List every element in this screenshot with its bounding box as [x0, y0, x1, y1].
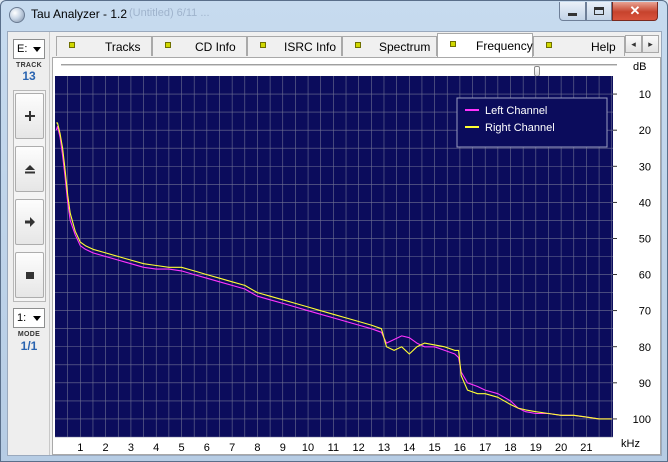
tab-tracks[interactable]: Tracks — [56, 36, 152, 56]
x-tick-label: 15 — [428, 442, 440, 454]
tab-label: Frequency — [476, 39, 533, 53]
x-tick-label: 20 — [555, 442, 567, 454]
tab-label: ISRC Info — [284, 40, 337, 54]
x-tick-label: 7 — [229, 442, 235, 454]
x-tick-label: 3 — [128, 442, 134, 454]
y-tick-label: 60 — [639, 270, 651, 282]
chevron-down-icon — [33, 316, 41, 321]
mode-label: MODE — [17, 331, 41, 338]
close-button[interactable]: ✕ — [612, 2, 658, 21]
y-tick-label: 50 — [639, 233, 651, 245]
tab-indicator-icon — [546, 42, 552, 48]
x-tick-label: 10 — [302, 442, 314, 454]
x-tick-label: 6 — [204, 442, 210, 454]
transport-button-group — [13, 90, 46, 302]
x-tick-label: 4 — [153, 442, 159, 454]
tab-help[interactable]: Help — [533, 36, 625, 56]
y-tick-label: 90 — [639, 378, 651, 390]
x-tick-label: 16 — [454, 442, 466, 454]
x-tick-label: 9 — [280, 442, 286, 454]
y-tick-label: 100 — [633, 414, 651, 426]
close-icon: ✕ — [629, 3, 641, 18]
y-tick-label: 70 — [639, 306, 651, 318]
x-tick-label: 14 — [403, 442, 415, 454]
tab-label: Tracks — [105, 40, 141, 54]
mode-value: 1/1 — [20, 339, 38, 353]
app-window: Tau Analyzer - 1.2 (Untitled) 6/11 ... ✕… — [0, 0, 668, 462]
y-tick-label: 30 — [639, 161, 651, 173]
channel-select[interactable]: 1: — [13, 308, 45, 328]
channel-select-value: 1: — [17, 312, 27, 324]
y-tick-label: 80 — [639, 342, 651, 354]
tab-scroll-right-button[interactable]: ▸ — [642, 35, 659, 53]
maximize-button[interactable] — [586, 2, 612, 21]
tab-label: Spectrum — [379, 40, 431, 54]
eject-button[interactable] — [15, 146, 44, 192]
arrow-right-icon — [24, 217, 35, 227]
x-tick-label: 19 — [530, 442, 542, 454]
client-area: E: TRACK 13 1: MODE 1/1 Tracks CD Info I… — [7, 31, 662, 456]
tab-indicator-icon — [165, 42, 171, 48]
tab-isrc-info[interactable]: ISRC Info — [247, 36, 342, 56]
eject-icon — [24, 165, 35, 174]
y-tick-label: 10 — [639, 89, 651, 101]
x-tick-label: 8 — [254, 442, 260, 454]
plus-icon — [24, 111, 35, 121]
x-tick-label: 17 — [479, 442, 491, 454]
x-tick-label: 13 — [378, 442, 390, 454]
maximize-icon — [594, 7, 604, 15]
track-label: TRACK — [16, 62, 42, 69]
tab-indicator-icon — [69, 42, 75, 48]
frequency-chart: 1 2 3 4 5 6 7 8 9 10 11 12 13 14 15 16 17 18 19 20 211020304… — [55, 76, 651, 454]
legend-label: Left Channel — [485, 105, 547, 117]
tab-scroll-left-button[interactable]: ◂ — [625, 35, 642, 53]
chevron-right-icon: ▸ — [648, 38, 653, 49]
left-toolbar: E: TRACK 13 1: MODE 1/1 — [8, 32, 50, 455]
legend-label: Right Channel — [485, 122, 555, 134]
track-number: 13 — [22, 69, 36, 83]
frequency-panel: dB kHz 1 2 3 4 5 6 7 8 9 10 11 12 13 14 15 16 17 18 19 20 21… — [52, 57, 661, 455]
x-tick-label: 5 — [178, 442, 184, 454]
tab-label: Help — [591, 40, 616, 54]
app-icon — [9, 7, 25, 23]
x-tick-label: 12 — [353, 442, 365, 454]
stop-button[interactable] — [15, 252, 44, 298]
tab-indicator-icon — [450, 41, 456, 47]
x-tick-label: 1 — [77, 442, 83, 454]
minimize-icon — [568, 12, 577, 16]
tab-indicator-icon — [260, 42, 266, 48]
zoom-in-button[interactable] — [15, 93, 44, 139]
x-tick-label: 2 — [103, 442, 109, 454]
x-tick-label: 11 — [328, 442, 339, 454]
tab-indicator-icon — [355, 42, 361, 48]
chevron-down-icon — [33, 47, 41, 52]
y-tick-label: 40 — [639, 197, 651, 209]
title-bar[interactable]: Tau Analyzer - 1.2 (Untitled) 6/11 ... ✕ — [1, 1, 667, 29]
chevron-left-icon: ◂ — [631, 38, 636, 49]
next-button[interactable] — [15, 199, 44, 245]
tab-label: CD Info — [195, 40, 236, 54]
tab-bar: Tracks CD Info ISRC Info Spectrum Freque… — [52, 32, 661, 57]
drive-select[interactable]: E: — [13, 39, 45, 59]
y-tick-label: 20 — [639, 125, 651, 137]
window-title: Tau Analyzer - 1.2 — [31, 7, 128, 21]
window-title-ghost: (Untitled) 6/11 ... — [129, 7, 210, 19]
drive-select-value: E: — [17, 43, 28, 55]
tab-cd-info[interactable]: CD Info — [152, 36, 247, 56]
minimize-button[interactable] — [559, 2, 586, 21]
x-tick-label: 21 — [580, 442, 592, 454]
tab-frequency[interactable]: Frequency — [437, 33, 533, 57]
stop-icon — [25, 272, 34, 279]
x-tick-label: 18 — [504, 442, 516, 454]
tab-spectrum[interactable]: Spectrum — [342, 36, 437, 56]
tab-scroll-buttons: ◂ ▸ — [625, 35, 659, 53]
